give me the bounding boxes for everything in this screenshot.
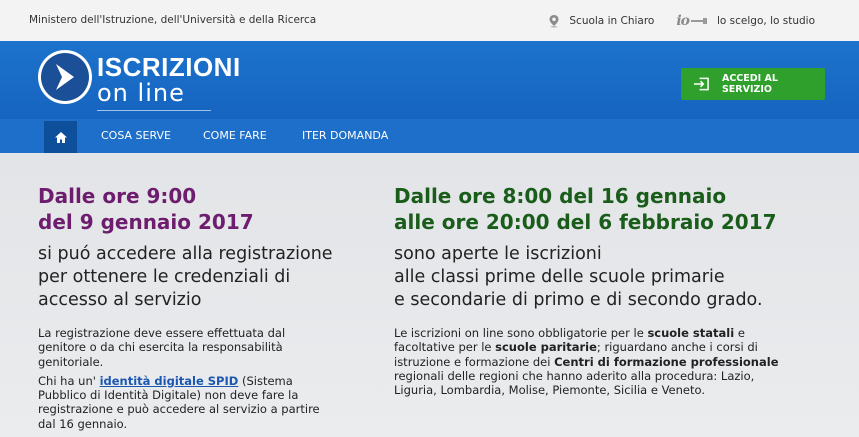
left-lead-line1: si puó accedere alla registrazione: [38, 244, 333, 264]
right-lead-line2: alle classi prime delle scuole primarie: [394, 267, 725, 287]
right-para-line2: facoltative per le scuole paritarie; rig…: [394, 340, 824, 354]
right-text: istruzione e formazione dei: [394, 354, 555, 369]
right-column: Dalle ore 8:00 del 16 gennaio alle ore 2…: [394, 183, 824, 397]
right-text: facoltative per le: [394, 340, 496, 355]
right-lead-line1: sono aperte le iscrizioni: [394, 244, 602, 264]
left-para2-line1: Chi ha un' identità digitale SPID (Siste…: [38, 374, 358, 388]
right-heading-line1: Dalle ore 8:00 del 16 gennaio: [394, 184, 727, 208]
right-para-line1: Le iscrizioni on line sono obbligatorie …: [394, 326, 824, 340]
main-content: Dalle ore 9:00 del 9 gennaio 2017 si puó…: [0, 153, 859, 437]
location-pin-icon: [549, 14, 559, 28]
site-header: ISCRIZIONI on line ACCEDI AL SERVIZIO: [0, 41, 859, 119]
left-heading-line1: Dalle ore 9:00: [38, 184, 197, 208]
left-para2-line3: registrazione e può accedere al servizio…: [38, 402, 320, 417]
left-para1-line3: genitoriale.: [38, 354, 104, 369]
io-logo-mark: [691, 17, 707, 24]
nav-item-iter-domanda[interactable]: ITER DOMANDA: [302, 119, 388, 153]
nav-item-cosa-serve[interactable]: COSA SERVE: [101, 119, 171, 153]
brand-subtitle: on line: [97, 79, 185, 107]
accedi-label: ACCEDI AL SERVIZIO: [721, 73, 778, 95]
io-logo-icon: io: [676, 12, 690, 29]
right-para-line4: regionali delle regioni che hanno aderit…: [394, 368, 755, 383]
left-lead-line3: accesso al servizio: [38, 290, 202, 310]
right-lead-line3: e secondarie di primo e di secondo grado…: [394, 290, 763, 310]
spid-suffix: (Sistema: [238, 373, 293, 388]
nav-item-come-fare[interactable]: COME FARE: [203, 119, 267, 153]
left-para2-line2: Pubblico di Identità Digitale) non deve …: [38, 388, 299, 403]
nav-home[interactable]: [44, 121, 77, 153]
scuola-in-chiaro-link[interactable]: Scuola in Chiaro: [569, 15, 654, 27]
top-bar: Ministero dell'Istruzione, dell'Universi…: [0, 0, 859, 42]
centri-formazione-text: Centri di formazione professionale: [554, 354, 779, 369]
top-bar-right: Scuola in Chiaro io lo scelgo, lo studio: [547, 0, 815, 41]
lo-scelgo-link[interactable]: lo scelgo, lo studio: [717, 15, 815, 27]
brand-divider: [97, 110, 211, 111]
iscrizioni-logo-icon[interactable]: [38, 50, 92, 104]
ministry-link[interactable]: Ministero dell'Istruzione, dell'Universi…: [29, 0, 316, 41]
right-para-line5: Liguria, Lombardia, Molise, Piemonte, Si…: [394, 383, 705, 398]
scuole-paritarie-text: scuole paritarie: [495, 340, 597, 355]
left-para1-line1: La registrazione deve essere effettuata …: [38, 326, 286, 340]
login-icon: [693, 77, 709, 91]
scuole-statali-text: scuole statali: [647, 326, 735, 340]
spid-prefix: Chi ha un': [38, 373, 100, 388]
right-para-line3: istruzione e formazione dei Centri di fo…: [394, 355, 824, 369]
left-para2-line4: dal 16 gennaio.: [38, 416, 128, 431]
right-text: e: [734, 326, 745, 340]
left-heading-line2: del 9 gennaio 2017: [38, 210, 254, 234]
left-para1-line2: genitore o da chi esercita la responsabi…: [38, 340, 283, 355]
home-icon: [54, 131, 67, 143]
left-lead-line2: per ottenere le credenziali di: [38, 267, 291, 287]
left-column: Dalle ore 9:00 del 9 gennaio 2017 si puó…: [38, 183, 358, 431]
right-text: ; riguardano anche i corsi di: [596, 340, 758, 355]
accedi-button[interactable]: ACCEDI AL SERVIZIO: [681, 68, 825, 100]
main-nav: COSA SERVE COME FARE ITER DOMANDA: [0, 119, 859, 153]
spid-link[interactable]: identità digitale SPID: [100, 374, 239, 388]
right-heading-line2: alle ore 20:00 del 6 febbraio 2017: [394, 210, 777, 234]
right-text: Le iscrizioni on line sono obbligatorie …: [394, 326, 648, 340]
